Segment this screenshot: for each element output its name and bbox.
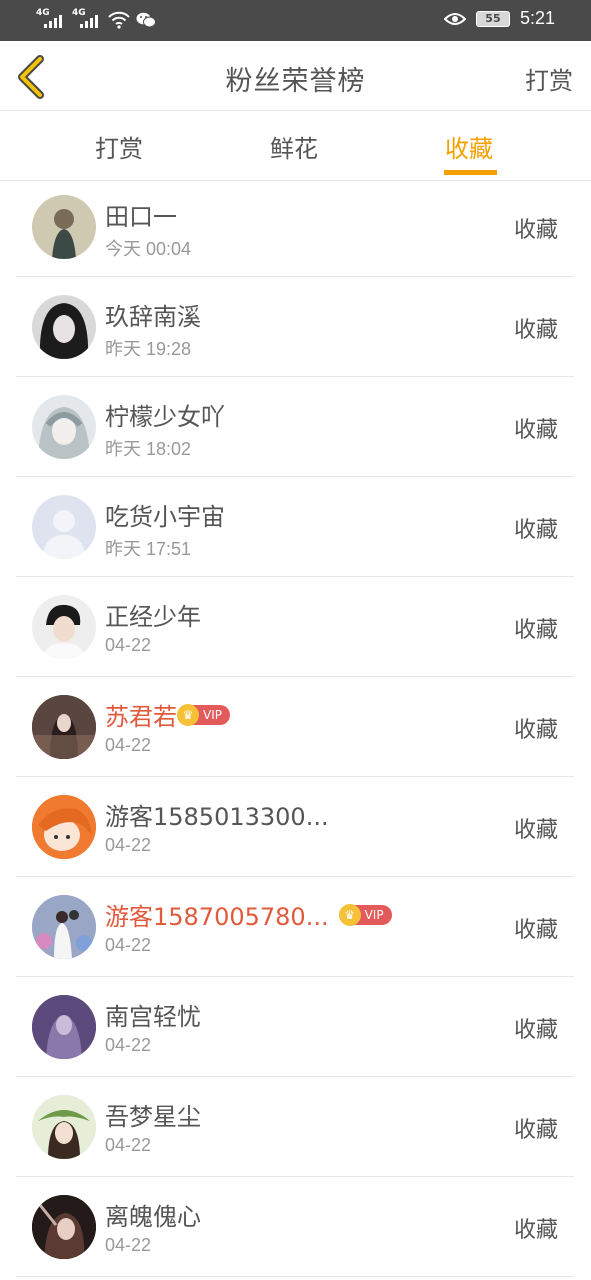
crown-icon: ♛ [338,903,361,926]
timestamp: 04-22 [105,735,152,755]
crown-icon: ♛ [177,703,199,726]
avatar [32,495,96,559]
action-label: 收藏 [513,1018,558,1043]
avatar [32,695,96,759]
avatar [32,895,96,959]
tab-bar: 打赏 鲜花 收藏 [0,111,591,181]
user-name: 游客1585013300... [105,803,329,831]
user-name: 玖辞南溪 [105,303,201,331]
battery-icon: 55 [475,10,510,27]
timestamp: 04-22 [105,1235,152,1255]
user-name: 田口一 [105,203,177,231]
user-name: 游客1587005780... ♛ VIP [105,897,392,932]
user-name: 柠檬少女吖 [105,403,225,431]
tab-favorites[interactable]: 收藏 [445,129,493,164]
avatar [32,1195,96,1259]
avatar [32,195,96,259]
wechat-icon [136,12,156,28]
status-time: 5:21 [519,8,555,28]
list-item[interactable]: 游客1585013300... 04-22 收藏 [16,777,574,877]
action-label: 收藏 [513,818,558,843]
vip-label: VIP [203,707,222,722]
action-label: 收藏 [513,1118,558,1143]
title-bar: 粉丝荣誉榜 打赏 [0,41,591,111]
action-label: 收藏 [513,218,558,243]
page-title: 粉丝荣誉榜 [225,66,366,97]
list-item[interactable]: 吾梦星尘 04-22 收藏 [16,1077,574,1177]
user-name: 正经少年 [105,603,201,631]
signal-icon: 4G [36,8,66,30]
avatar [32,795,96,859]
avatar [32,395,96,459]
status-bar: 4G 4G 55 5:21 [0,0,591,41]
timestamp: 昨天 17:51 [105,539,192,559]
avatar [32,995,96,1059]
vip-badge: ♛ VIP [338,903,392,926]
signal-icon-2: 4G [72,8,102,30]
avatar [32,595,96,659]
timestamp: 04-22 [105,635,152,655]
list-item[interactable]: 离魄傀心 04-22 收藏 [16,1177,574,1277]
list-item[interactable]: 柠檬少女吖 昨天 18:02 收藏 [16,377,574,477]
user-name: 苏君若 ♛ VIP [105,697,230,732]
user-name-text: 游客1587005780... [105,903,329,931]
tab-active-indicator [444,170,497,175]
wifi-icon [108,11,130,29]
user-name: 离魄傀心 [105,1203,201,1231]
timestamp: 今天 00:04 [105,239,192,259]
list-item[interactable]: 田口一 今天 00:04 收藏 [16,177,574,277]
vip-badge: ♛ VIP [177,703,230,726]
action-label: 收藏 [513,318,558,343]
user-name: 吃货小宇宙 [105,503,225,531]
timestamp: 04-22 [105,835,152,855]
list-item[interactable]: 游客1587005780... ♛ VIP 04-22 收藏 [16,877,574,977]
timestamp: 昨天 19:28 [105,339,192,359]
action-label: 收藏 [513,618,558,643]
status-left-icons: 4G 4G [36,8,156,30]
action-label: 收藏 [513,718,558,743]
eye-comfort-icon [443,12,466,25]
tab-flowers[interactable]: 鲜花 [270,129,318,164]
user-name: 南宫轻忧 [105,1003,201,1031]
timestamp: 04-22 [105,1135,152,1155]
list-item[interactable]: 苏君若 ♛ VIP 04-22 收藏 [16,677,574,777]
timestamp: 昨天 18:02 [105,439,192,459]
action-label: 收藏 [513,518,558,543]
vip-label: VIP [364,907,384,922]
reward-button[interactable]: 打赏 [525,61,573,96]
user-name-text: 苏君若 [105,703,177,731]
avatar [32,295,96,359]
status-right-icons: 55 5:21 [443,8,555,29]
action-label: 收藏 [513,918,558,943]
action-label: 收藏 [513,1218,558,1243]
timestamp: 04-22 [105,1035,152,1055]
list-item[interactable]: 南宫轻忧 04-22 收藏 [16,977,574,1077]
list-item[interactable]: 玖辞南溪 昨天 19:28 收藏 [16,277,574,377]
avatar [32,1095,96,1159]
fan-list: 田口一 今天 00:04 收藏 玖辞南溪 昨天 19:28 收藏 柠檬少女吖 昨… [16,177,574,1277]
tab-reward[interactable]: 打赏 [95,129,143,164]
list-item[interactable]: 正经少年 04-22 收藏 [16,577,574,677]
user-name: 吾梦星尘 [105,1103,201,1131]
list-item[interactable]: 吃货小宇宙 昨天 17:51 收藏 [16,477,574,577]
timestamp: 04-22 [105,935,152,955]
action-label: 收藏 [513,418,558,443]
